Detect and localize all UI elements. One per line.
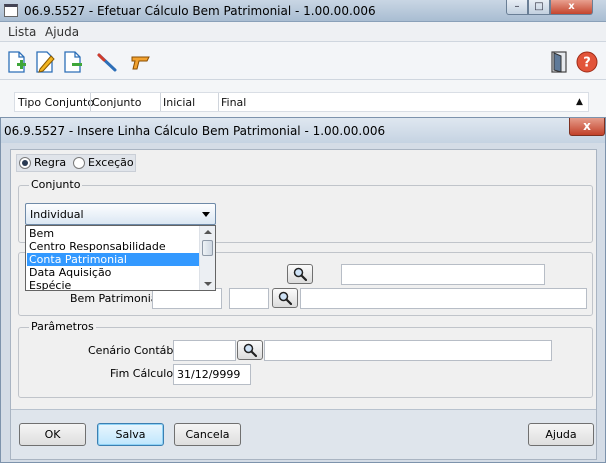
bem-patrimonial-seq-field[interactable] [229, 288, 269, 309]
bem-patrimonial-label: Bem Patrimonial: [70, 292, 165, 305]
toolbar: ? [0, 42, 606, 80]
maximize-button[interactable]: □ [528, 0, 550, 15]
close-window-button[interactable]: x [550, 0, 593, 15]
scroll-up-icon[interactable] [204, 230, 212, 234]
menu-bar: Lista Ajuda [0, 22, 606, 42]
conjunto-type-value: Individual [30, 208, 84, 221]
fim-calculo-field[interactable]: 31/12/9999 [173, 364, 251, 385]
radio-excecao-label[interactable]: Exceção [88, 156, 134, 169]
conjunto-lookup-button[interactable] [287, 264, 313, 284]
radio-excecao[interactable] [73, 157, 85, 169]
back-window-title: 06.9.5527 - Efetuar Cálculo Bem Patrimon… [24, 4, 376, 18]
cenario-contabil-lookup-button[interactable] [237, 340, 263, 360]
grid-col-inicial[interactable]: Inicial [163, 96, 195, 109]
cenario-contabil-description-field[interactable] [264, 340, 552, 361]
cancela-button[interactable]: Cancela [174, 423, 241, 446]
scroll-down-icon[interactable] [204, 282, 212, 286]
grid-col-tipo-conjunto[interactable]: Tipo Conjunto [18, 96, 94, 109]
dialog-titlebar: 06.9.5527 - Insere Linha Cálculo Bem Pat… [1, 118, 605, 143]
menu-ajuda[interactable]: Ajuda [45, 25, 79, 39]
search-icon [243, 343, 257, 357]
calculation-grid: Tipo Conjunto Conjunto Inicial Final ▲ [0, 80, 606, 120]
exit-door-icon[interactable] [548, 51, 570, 73]
grid-col-conjunto[interactable]: Conjunto [92, 96, 141, 109]
parametros-group: Parâmetros [18, 320, 593, 398]
grid-col-final[interactable]: Final [221, 96, 246, 109]
fim-calculo-label: Fim Cálculo: [110, 367, 177, 380]
radio-regra[interactable] [19, 157, 31, 169]
dropdown-option[interactable]: Bem [27, 227, 199, 240]
grid-header: Tipo Conjunto Conjunto Inicial Final ▲ [14, 92, 589, 112]
radio-regra-label[interactable]: Regra [34, 156, 66, 169]
conjunto-type-select[interactable]: Individual [25, 203, 216, 225]
ajuda-button[interactable]: Ajuda [528, 423, 594, 446]
dropdown-scrollbar[interactable] [199, 226, 215, 290]
dialog-title: 06.9.5527 - Insere Linha Cálculo Bem Pat… [4, 124, 386, 138]
bem-patrimonial-lookup-button[interactable] [272, 288, 298, 308]
grid-scroll-up-icon[interactable]: ▲ [576, 97, 583, 107]
remove-record-icon[interactable] [62, 51, 84, 73]
clear-icon[interactable] [96, 51, 118, 73]
search-icon [278, 291, 292, 305]
insert-line-dialog: 06.9.5527 - Insere Linha Cálculo Bem Pat… [0, 117, 606, 463]
cenario-contabil-field[interactable] [173, 340, 236, 361]
help-icon[interactable]: ? [576, 51, 598, 73]
execute-icon[interactable] [130, 51, 152, 73]
search-icon [293, 267, 307, 281]
conjunto-type-dropdown-list[interactable]: Bem Centro Responsabilidade Conta Patrim… [25, 225, 216, 291]
dropdown-option[interactable]: Conta Patrimonial [27, 253, 199, 266]
add-record-icon[interactable] [6, 51, 28, 73]
minimize-button[interactable]: – [506, 0, 528, 15]
back-window-titlebar: 06.9.5527 - Efetuar Cálculo Bem Patrimon… [0, 0, 606, 22]
dialog-body: Regra Exceção Conjunto Bem Patrimonial: [10, 149, 597, 460]
scroll-thumb[interactable] [202, 240, 213, 256]
parametros-group-title: Parâmetros [29, 320, 96, 333]
dropdown-option[interactable]: Espécie [27, 279, 199, 290]
conjunto-group-title: Conjunto [29, 178, 83, 191]
cenario-contabil-label: Cenário Contábil: [88, 344, 184, 357]
ok-button[interactable]: OK [19, 423, 86, 446]
dialog-close-button[interactable]: x [569, 118, 605, 136]
salva-button[interactable]: Salva [97, 423, 164, 446]
bem-patrimonial-code-field[interactable] [152, 288, 222, 309]
conjunto-description-field[interactable] [341, 264, 545, 285]
menu-lista[interactable]: Lista [8, 25, 36, 39]
dropdown-option[interactable]: Data Aquisição [27, 266, 199, 279]
edit-record-icon[interactable] [34, 51, 56, 73]
bem-patrimonial-description-field[interactable] [300, 288, 587, 309]
chevron-down-icon [202, 212, 210, 217]
app-window-icon [4, 4, 18, 17]
svg-text:?: ? [583, 56, 591, 71]
dropdown-option[interactable]: Centro Responsabilidade [27, 240, 199, 253]
